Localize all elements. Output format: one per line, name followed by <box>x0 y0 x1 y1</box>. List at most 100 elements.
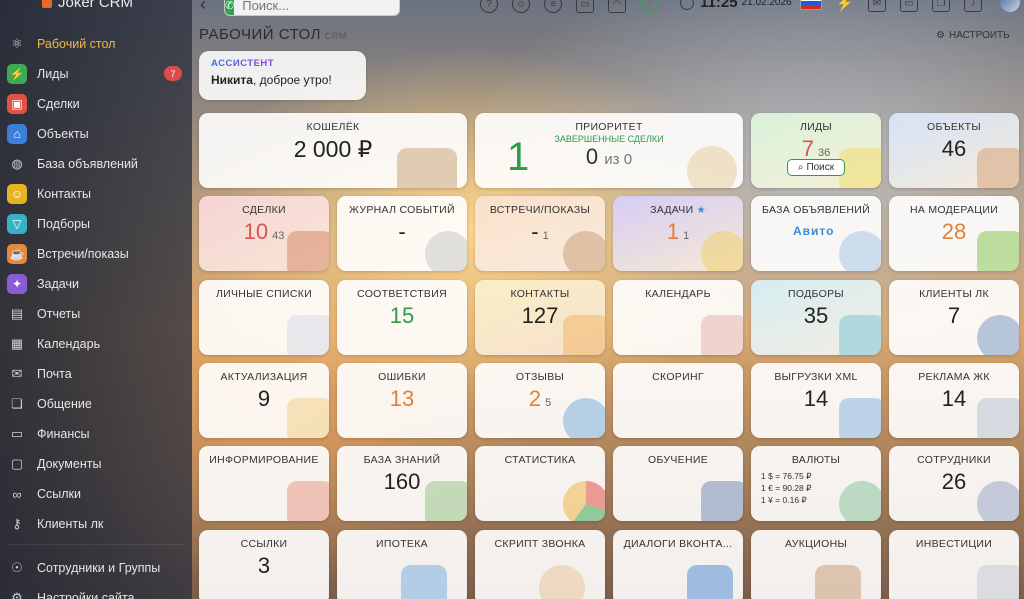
help-icon[interactable]: ? <box>480 0 498 13</box>
tile-value: 10 43 <box>199 219 329 245</box>
database-icon[interactable]: ≡ <box>544 0 562 13</box>
matches-count: 15 <box>389 303 415 328</box>
tile-leads[interactable]: ЛИДЫ 7 36 ⌕ Поиск <box>751 113 881 188</box>
tile-title: ВАЛЮТЫ <box>791 454 841 466</box>
search-input[interactable] <box>234 0 399 13</box>
configure-label: НАСТРОИТЬ <box>948 30 1010 41</box>
sidebar-item-label: Подборы <box>37 217 91 231</box>
monitor-icon[interactable]: ▭ <box>900 0 918 12</box>
sidebar-item-documents[interactable]: ▢ Документы <box>0 449 192 479</box>
tile-personal-lists[interactable]: ЛИЧНЫЕ СПИСКИ <box>199 280 329 355</box>
sidebar-item-contacts[interactable]: ☺ Контакты <box>0 179 192 209</box>
sidebar-item-objects[interactable]: ⌂ Объекты <box>0 119 192 149</box>
configure-button[interactable]: ⚙ НАСТРОИТЬ <box>936 30 1010 41</box>
sidebar-nav: ⚛ Рабочий стол ⚡ Лиды 7 ▣ Сделки ⌂ Объекты ◍ Б… <box>0 29 192 539</box>
sidebar: Joker CRM ⚛ Рабочий стол ⚡ Лиды 7 ▣ Сделки ⌂… <box>0 0 192 599</box>
tile-value: 35 <box>803 303 829 328</box>
coffee-cup-icon: ☕ <box>7 244 27 264</box>
sidebar-item-chat[interactable]: ❏ Общение <box>0 389 192 419</box>
tile-ads-base[interactable]: БАЗА ОБЪЯВЛЕНИЙ Авито <box>751 196 881 271</box>
sidebar-item-ads-base[interactable]: ◍ База объявлений <box>0 149 192 179</box>
star-icon: ★ <box>696 205 706 216</box>
sidebar-item-employees-groups[interactable]: ☉ Сотрудники и Группы <box>0 553 192 583</box>
tile-title: ИНВЕСТИЦИИ <box>915 538 993 550</box>
tile-informing[interactable]: ИНФОРМИРОВАНИЕ <box>199 446 329 521</box>
tile-meetings[interactable]: ВСТРЕЧИ/ПОКАЗЫ -1 <box>475 196 605 271</box>
support-icon[interactable]: ☺ <box>512 0 530 13</box>
wallet-icon[interactable]: ▭ <box>576 0 594 13</box>
wallet-icon: ▭ <box>10 426 24 441</box>
sidebar-item-selections[interactable]: ▽ Подборы <box>0 209 192 239</box>
tile-deals[interactable]: СДЕЛКИ 10 43 <box>199 196 329 271</box>
bell-icon[interactable]: ♪ <box>964 0 982 12</box>
sidebar-item-leads[interactable]: ⚡ Лиды 7 <box>0 59 192 89</box>
tile-title: КОШЕЛЁК <box>306 121 360 133</box>
tile-priority[interactable]: ПРИОРИТЕТ 1 ЗАВЕРШЕННЫЕ СДЕЛКИ 0 из 0 <box>475 113 743 188</box>
tile-selections[interactable]: ПОДБОРЫ 35 <box>751 280 881 355</box>
tile-vk-dialogs[interactable]: ДИАЛОГИ ВКОНТА... <box>613 530 743 599</box>
sidebar-item-desktop[interactable]: ⚛ Рабочий стол <box>0 29 192 59</box>
back-icon[interactable]: ‹ <box>200 0 206 15</box>
tile-mortgage[interactable]: ИПОТЕКА <box>337 530 467 599</box>
app-logo[interactable]: Joker CRM <box>42 0 133 11</box>
sidebar-item-tasks[interactable]: ✦ Задачи <box>0 269 192 299</box>
tile-currencies[interactable]: ВАЛЮТЫ 1 $ = 76.75 ₽ 1 € = 90.28 ₽ 1 ¥ =… <box>751 446 881 521</box>
tile-call-script[interactable]: СКРИПТ ЗВОНКА <box>475 530 605 599</box>
sidebar-item-links[interactable]: ∞ Ссылки <box>0 479 192 509</box>
tile-objects[interactable]: ОБЪЕКТЫ 46 <box>889 113 1019 188</box>
tile-ads-jk[interactable]: РЕКЛАМА ЖК 14 <box>889 363 1019 438</box>
reviews-total: 5 <box>545 397 552 409</box>
tile-calendar[interactable]: КАЛЕНДАРЬ <box>613 280 743 355</box>
tile-clients-lk[interactable]: КЛИЕНТЫ ЛК 7 <box>889 280 1019 355</box>
tile-links[interactable]: ССЫЛКИ 3 <box>199 530 329 599</box>
phone-icon[interactable]: ✆ <box>225 0 235 15</box>
user-avatar[interactable] <box>1000 0 1020 12</box>
tile-value: 14 <box>941 386 967 411</box>
tile-actualization[interactable]: АКТУАЛИЗАЦИЯ 9 <box>199 363 329 438</box>
search-icon: ⌕ <box>797 162 804 173</box>
tile-investments[interactable]: ИНВЕСТИЦИИ <box>889 530 1019 599</box>
mail-icon: ✉ <box>11 366 23 381</box>
sidebar-item-reports[interactable]: ▤ Отчеты <box>0 299 192 329</box>
sidebar-item-clients-lk[interactable]: ⚷ Клиенты лк <box>0 509 192 539</box>
tile-contacts[interactable]: КОНТАКТЫ 127 <box>475 280 605 355</box>
headset-icon[interactable]: ◠ <box>608 0 626 13</box>
tile-value: 9 <box>257 386 271 411</box>
sidebar-item-mail[interactable]: ✉ Почта <box>0 359 192 389</box>
tile-knowledge-base[interactable]: БАЗА ЗНАНИЙ 160 <box>337 446 467 521</box>
tile-title: ЖУРНАЛ СОБЫТИЙ <box>349 204 455 216</box>
leads-search-button[interactable]: ⌕ Поиск <box>787 159 845 176</box>
tile-wallet[interactable]: КОШЕЛЁК 2 000 ₽ <box>199 113 467 188</box>
clock-icon <box>680 0 694 10</box>
sidebar-item-calendar[interactable]: ▦ Календарь <box>0 329 192 359</box>
sidebar-item-site-settings[interactable]: ⚙ Настройки сайта <box>0 583 192 599</box>
tile-value: 11 <box>613 219 743 245</box>
tile-employees[interactable]: СОТРУДНИКИ 26 <box>889 446 1019 521</box>
tile-event-log[interactable]: ЖУРНАЛ СОБЫТИЙ - <box>337 196 467 271</box>
tile-scoring[interactable]: СКОРИНГ <box>613 363 743 438</box>
tile-moderation[interactable]: НА МОДЕРАЦИИ 28 <box>889 196 1019 271</box>
lightning-icon: ⚡ <box>7 64 27 84</box>
sidebar-item-deals[interactable]: ▣ Сделки <box>0 89 192 119</box>
tile-tasks[interactable]: ЗАДАЧИ ★ 11 <box>613 196 743 271</box>
tile-title: АУКЦИОНЫ <box>784 538 848 550</box>
tile-training[interactable]: ОБУЧЕНИЕ <box>613 446 743 521</box>
tile-statistics[interactable]: СТАТИСТИКА <box>475 446 605 521</box>
logo-mark-icon <box>42 0 52 8</box>
sidebar-item-meetings[interactable]: ☕ Встречи/показы <box>0 239 192 269</box>
tile-auctions[interactable]: АУКЦИОНЫ <box>751 530 881 599</box>
tile-xml-exports[interactable]: ВЫГРУЗКИ XML 14 <box>751 363 881 438</box>
sidebar-item-finance[interactable]: ▭ Финансы <box>0 419 192 449</box>
tile-reviews[interactable]: ОТЗЫВЫ 25 <box>475 363 605 438</box>
add-icon[interactable]: + <box>640 0 658 13</box>
windows-icon[interactable]: ❐ <box>932 0 950 12</box>
tile-value: 26 <box>941 469 967 494</box>
search-bar: ✆ ⌕ <box>224 0 400 16</box>
assistant-card[interactable]: АССИСТЕНТ Никита, доброе утро! <box>199 51 366 100</box>
tile-matches[interactable]: СООТВЕТСТВИЯ 15 <box>337 280 467 355</box>
messages-icon[interactable]: ✉ <box>868 0 886 12</box>
tile-errors[interactable]: ОШИБКИ 13 <box>337 363 467 438</box>
lightning-icon[interactable]: ⚡ <box>836 0 854 12</box>
sidebar-item-label: Рабочий стол <box>37 37 116 51</box>
language-flag-icon[interactable] <box>800 0 822 10</box>
